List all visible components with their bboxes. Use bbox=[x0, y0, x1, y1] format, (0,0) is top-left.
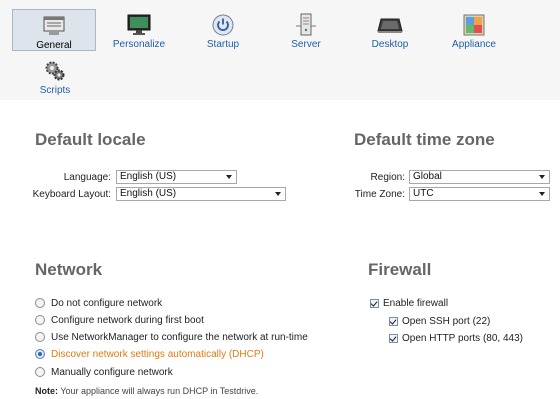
tab-label: Scripts bbox=[39, 85, 71, 96]
network-option-networkmanager[interactable]: Use NetworkManager to configure the netw… bbox=[35, 331, 355, 345]
http-ports-row[interactable]: Open HTTP ports (80, 443) bbox=[389, 332, 554, 346]
keyboard-layout-select-value: English (US) bbox=[120, 188, 177, 199]
language-select[interactable]: English (US) bbox=[116, 170, 237, 184]
tab-label: Appliance bbox=[452, 39, 496, 50]
http-ports-label: Open HTTP ports (80, 443) bbox=[402, 333, 523, 344]
network-option-label: Use NetworkManager to configure the netw… bbox=[51, 332, 308, 343]
tab-scripts[interactable]: Scripts bbox=[13, 55, 97, 97]
tab-label: General bbox=[36, 40, 72, 51]
http-ports-checkbox[interactable] bbox=[389, 334, 398, 343]
keyboard-layout-label: Keyboard Layout: bbox=[32, 189, 111, 200]
note-prefix: Note: bbox=[35, 386, 58, 396]
tab-personalize[interactable]: Personalize bbox=[97, 9, 181, 51]
network-heading: Network bbox=[35, 260, 103, 279]
chevron-down-icon bbox=[226, 175, 232, 179]
network-note: Note: Your appliance will always run DHC… bbox=[35, 386, 258, 396]
time-zone-select[interactable]: UTC bbox=[409, 187, 550, 201]
toolbar: General Personalize Startup Server Deskt… bbox=[0, 0, 560, 100]
network-option-dhcp[interactable]: Discover network settings automatically … bbox=[35, 348, 355, 362]
enable-firewall-row[interactable]: Enable firewall bbox=[370, 297, 540, 311]
network-option-label: Do not configure network bbox=[51, 298, 163, 309]
radio-button[interactable] bbox=[35, 315, 45, 325]
chevron-down-icon bbox=[275, 192, 281, 196]
general-icon bbox=[13, 14, 95, 38]
tab-general[interactable]: General bbox=[12, 9, 96, 51]
tab-label: Desktop bbox=[371, 39, 409, 50]
network-option-none[interactable]: Do not configure network bbox=[35, 297, 355, 311]
network-option-label: Manually configure network bbox=[51, 367, 173, 378]
time-zone-label: Time Zone: bbox=[354, 189, 405, 200]
network-option-manual[interactable]: Manually configure network bbox=[35, 366, 355, 380]
enable-firewall-checkbox[interactable] bbox=[370, 299, 379, 308]
power-icon bbox=[181, 13, 265, 37]
tab-desktop[interactable]: Desktop bbox=[348, 9, 432, 51]
region-select[interactable]: Global bbox=[409, 170, 550, 184]
radio-button-selected[interactable] bbox=[35, 349, 45, 359]
tab-appliance[interactable]: Appliance bbox=[432, 9, 516, 51]
tab-label: Server bbox=[291, 39, 321, 50]
locale-heading: Default locale bbox=[35, 130, 146, 149]
appliance-icon bbox=[432, 13, 516, 37]
network-option-label: Discover network settings automatically … bbox=[51, 349, 264, 360]
chevron-down-icon bbox=[539, 175, 545, 179]
radio-button[interactable] bbox=[35, 367, 45, 377]
enable-firewall-label: Enable firewall bbox=[383, 298, 449, 309]
radio-button[interactable] bbox=[35, 298, 45, 308]
server-icon bbox=[264, 13, 348, 37]
ssh-port-label: Open SSH port (22) bbox=[402, 316, 491, 327]
time-zone-select-value: UTC bbox=[413, 188, 434, 199]
gears-icon bbox=[13, 59, 97, 83]
ssh-port-checkbox[interactable] bbox=[389, 317, 398, 326]
tab-label: Startup bbox=[206, 39, 240, 50]
note-text: Your appliance will always run DHCP in T… bbox=[58, 386, 259, 396]
firewall-heading: Firewall bbox=[368, 260, 432, 279]
language-select-value: English (US) bbox=[120, 171, 177, 182]
tab-server[interactable]: Server bbox=[264, 9, 348, 51]
language-label: Language: bbox=[63, 172, 111, 183]
network-option-first-boot[interactable]: Configure network during first boot bbox=[35, 314, 355, 328]
desktop-icon bbox=[348, 13, 432, 37]
radio-button[interactable] bbox=[35, 332, 45, 342]
timezone-heading: Default time zone bbox=[354, 130, 495, 149]
chevron-down-icon bbox=[539, 192, 545, 196]
ssh-port-row[interactable]: Open SSH port (22) bbox=[389, 315, 549, 329]
region-select-value: Global bbox=[413, 171, 442, 182]
region-label: Region: bbox=[370, 172, 405, 183]
tab-label: Personalize bbox=[112, 39, 166, 50]
monitor-icon bbox=[97, 13, 181, 37]
tab-startup[interactable]: Startup bbox=[181, 9, 265, 51]
network-option-label: Configure network during first boot bbox=[51, 315, 204, 326]
keyboard-layout-select[interactable]: English (US) bbox=[116, 187, 286, 201]
